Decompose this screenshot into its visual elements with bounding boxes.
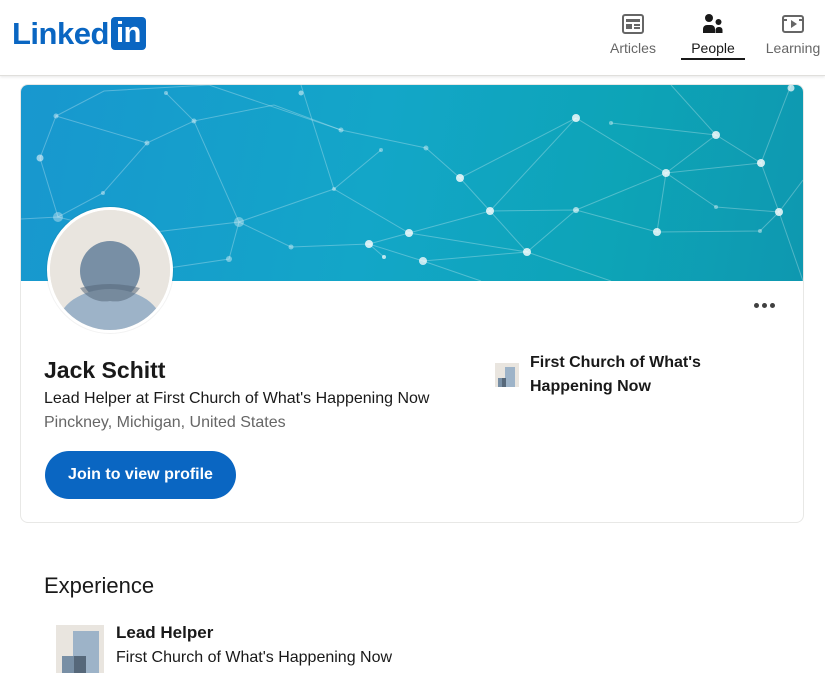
learning-icon — [782, 15, 804, 33]
current-company-link[interactable]: First Church of What's Happening Now — [495, 351, 785, 399]
company-logo-icon — [56, 625, 104, 673]
linkedin-logo[interactable]: Linked in — [12, 17, 146, 50]
experience-role[interactable]: Lead Helper — [116, 622, 213, 644]
profile-headline: Lead Helper at First Church of What's Ha… — [44, 390, 430, 407]
more-dot — [761, 302, 767, 308]
profile-avatar — [47, 207, 173, 333]
experience-heading: Experience — [44, 573, 155, 598]
profile-card: Jack Schitt Lead Helper at First Church … — [20, 84, 804, 523]
people-icon — [703, 14, 723, 33]
nav-people-label: People — [691, 40, 735, 56]
experience-company[interactable]: First Church of What's Happening Now — [116, 647, 392, 669]
nav-articles[interactable]: Articles — [604, 12, 662, 60]
more-options-button[interactable] — [749, 293, 779, 317]
profile-location: Pinckney, Michigan, United States — [44, 414, 286, 431]
default-person-icon — [50, 210, 170, 330]
current-company-name: First Church of What's Happening Now — [530, 354, 701, 395]
articles-icon — [622, 14, 644, 34]
profile-name: Jack Schitt — [44, 357, 166, 383]
nav-articles-label: Articles — [610, 40, 656, 56]
more-dot — [753, 302, 759, 308]
nav-learning-label: Learning — [765, 40, 821, 56]
top-nav-bar: Linked in Articles People Learning — [0, 0, 825, 76]
logo-wordmark: Linked — [12, 16, 109, 51]
logo-in-box: in — [110, 17, 146, 50]
nav-people[interactable]: People — [681, 12, 745, 60]
nav-learning[interactable]: Learning — [762, 12, 824, 60]
experience-company-logo[interactable] — [56, 625, 104, 673]
company-logo-icon — [495, 363, 519, 387]
join-to-view-profile-button[interactable]: Join to view profile — [45, 451, 236, 499]
more-dot — [769, 302, 775, 308]
